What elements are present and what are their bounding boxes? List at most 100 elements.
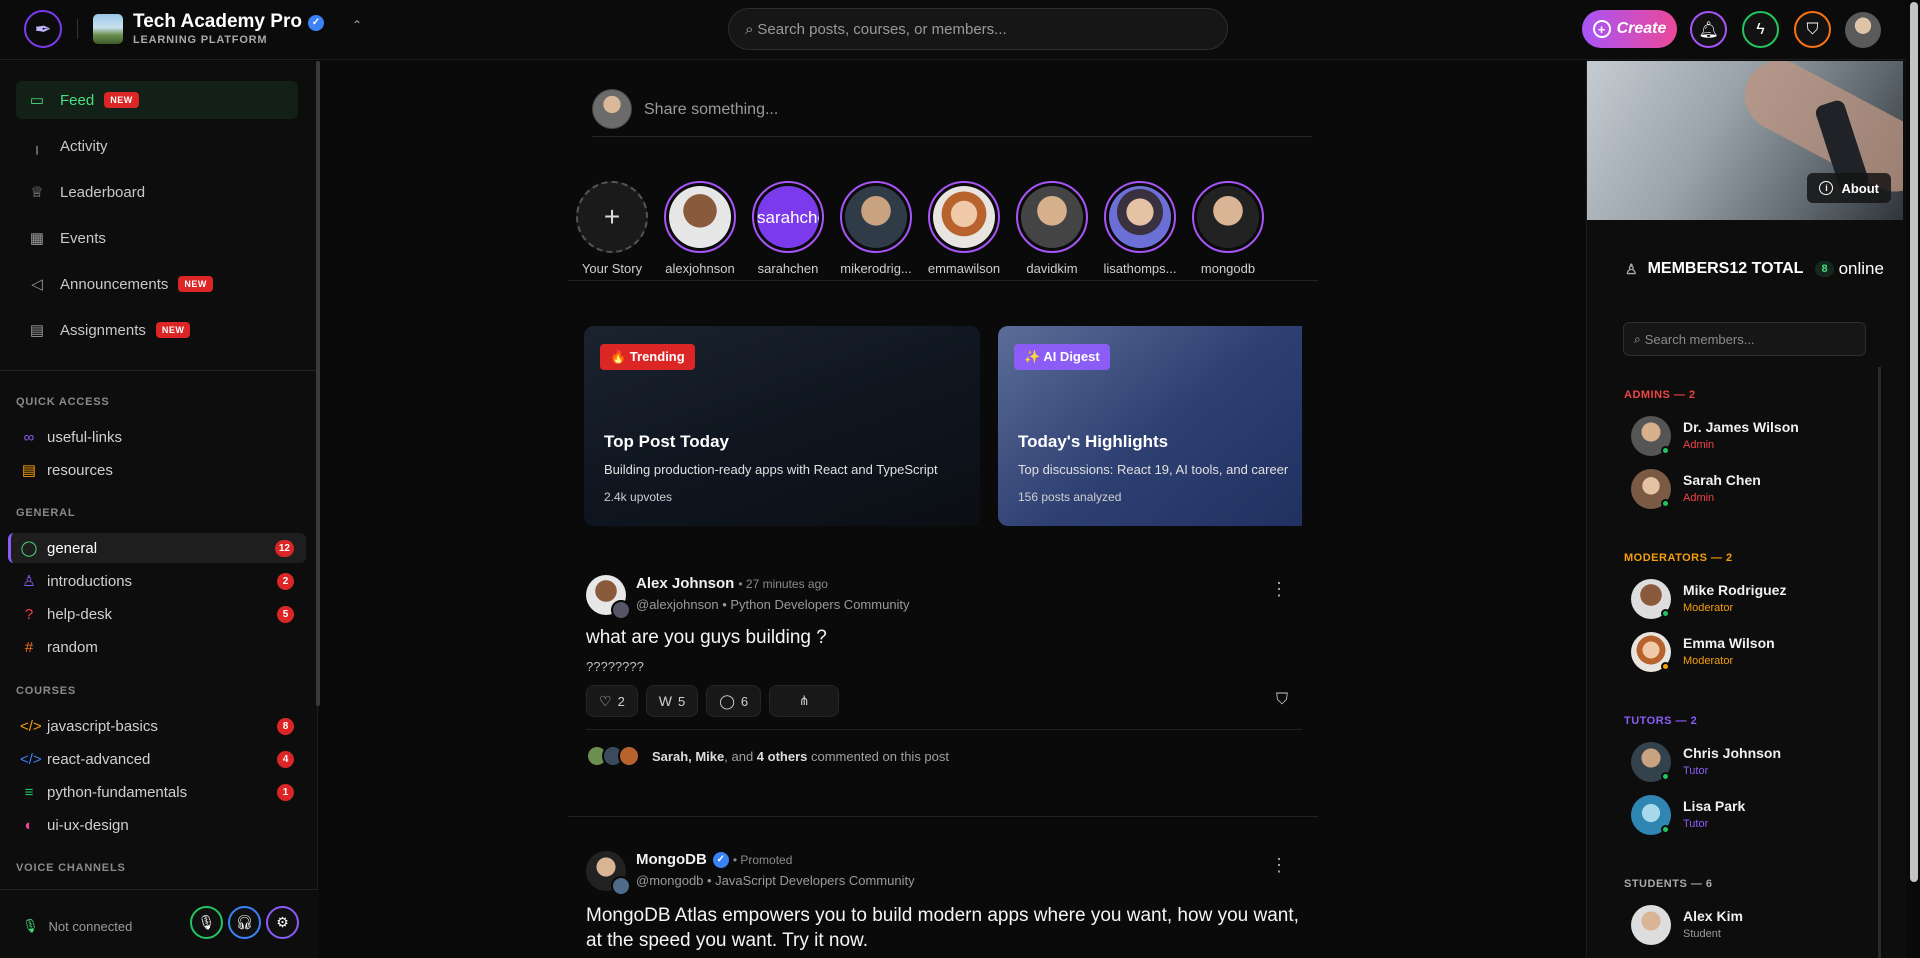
about-button[interactable]: i About [1807, 173, 1891, 203]
settings-gear-icon[interactable]: ⚙ [266, 906, 299, 939]
headphones-icon[interactable]: 🎧︎ [228, 906, 261, 939]
feather-logo-icon[interactable]: ✒ [24, 10, 62, 48]
role-label-tutors: TUTORS — 2 [1624, 715, 1698, 727]
story-item[interactable]: alexjohnson [656, 181, 744, 276]
composer-input[interactable] [644, 99, 1284, 121]
microphone-toggle-icon[interactable]: 🎙︎ [190, 906, 223, 939]
post-author[interactable]: MongoDB ✓ • Promoted [636, 851, 792, 868]
search-icon: ⌕ [1634, 331, 1641, 346]
member-item[interactable]: Dr. James Wilson Admin [1631, 416, 1861, 456]
nav-item-events[interactable]: ▦ Events [16, 219, 298, 257]
comment-button[interactable]: ◯ 6 [706, 685, 762, 717]
post-time: • 27 minutes ago [738, 577, 828, 591]
window-scrollbar[interactable] [1908, 0, 1920, 958]
post-title[interactable]: MongoDB Atlas empowers you to build mode… [586, 903, 1302, 953]
member-search-input[interactable] [1644, 331, 1855, 347]
member-item[interactable]: Emma Wilson Moderator [1631, 632, 1861, 672]
post-card: Alex Johnson • 27 minutes ago @alexjohnso… [586, 575, 1302, 775]
create-button[interactable]: + Create [1582, 10, 1677, 48]
highlight-description: Top discussions: React 19, AI tools, and… [1018, 462, 1289, 477]
quick-link-useful-links[interactable]: ∞ useful-links [8, 422, 306, 452]
more-options-icon[interactable]: ⋮ [1270, 579, 1288, 600]
community-avatar[interactable] [93, 14, 123, 44]
search-input[interactable] [757, 20, 1198, 38]
commenters-summary[interactable]: Sarah, Mike, and 4 others commented on t… [586, 745, 949, 767]
voice-status-text: Not connected [48, 918, 133, 934]
nav-item-assignments[interactable]: ▤ Assignments NEW [16, 311, 298, 349]
mic-icon: 🎙︎ [22, 918, 39, 933]
member-item[interactable]: Chris Johnson Tutor [1631, 742, 1861, 782]
story-item[interactable]: mongodb [1184, 181, 1272, 276]
nav-label: Announcements [60, 275, 169, 293]
story-name: Your Story [581, 261, 643, 276]
post-author[interactable]: Alex Johnson • 27 minutes ago [636, 575, 828, 592]
member-search[interactable]: ⌕ [1623, 322, 1866, 356]
member-item[interactable]: Lisa Park Tutor [1631, 795, 1861, 835]
scrollbar-thumb[interactable] [1910, 2, 1918, 882]
nav-item-announcements[interactable]: ◁ Announcements NEW [16, 265, 298, 303]
bell-icon[interactable]: 🔔︎ [1690, 11, 1727, 48]
channel-react-advanced[interactable]: </> react-advanced 4 [8, 744, 306, 774]
story-item[interactable]: mikerodrig... [832, 181, 920, 276]
community-mini-avatar [611, 876, 631, 896]
community-subtitle: LEARNING PLATFORM [133, 34, 268, 46]
highlight-card-ai-digest[interactable]: ✨ AI Digest Today's Highlights Top discu… [998, 326, 1302, 526]
top-bar: ✒ Tech Academy Pro ✓ LEARNING PLATFORM ⌃ … [0, 0, 1906, 60]
user-avatar[interactable] [1845, 12, 1881, 48]
post-title[interactable]: what are you guys building ? [586, 627, 827, 649]
highlight-card-trending[interactable]: 🔥 Trending Top Post Today Building produ… [584, 326, 980, 526]
chevron-updown-icon[interactable]: ⌃ [352, 18, 362, 32]
like-button[interactable]: ♡ 2 [586, 685, 638, 717]
shopping-bag-icon[interactable]: ⛉ [1794, 11, 1831, 48]
story-item[interactable]: lisathomps... [1096, 181, 1184, 276]
highlight-meta: 156 posts analyzed [1018, 490, 1122, 504]
story-name: emmawilson [927, 261, 1001, 276]
member-name: Lisa Park [1683, 798, 1746, 814]
trending-tag: 🔥 Trending [600, 344, 695, 370]
bookmark-icon[interactable]: ⛉ [1276, 691, 1288, 709]
nav-item-activity[interactable]: ╷ Activity [16, 127, 298, 165]
member-item[interactable]: Mike Rodriguez Moderator [1631, 579, 1861, 619]
upvote-button[interactable]: W5 [645, 685, 699, 717]
nav-item-feed[interactable]: ▭ Feed NEW [16, 81, 298, 119]
database-icon: ≡ [24, 783, 34, 801]
member-item[interactable]: Sarah Chen Admin [1631, 469, 1861, 509]
post-handle: @alexjohnson • Python Developers Communi… [636, 597, 910, 612]
story-name: mikerodrig... [840, 261, 912, 276]
channel-help-desk[interactable]: ? help-desk 5 [8, 599, 306, 629]
channel-javascript-basics[interactable]: </> javascript-basics 8 [8, 711, 306, 741]
highlight-meta: 2.4k upvotes [604, 490, 673, 504]
more-options-icon[interactable]: ⋮ [1270, 855, 1288, 876]
channel-introductions[interactable]: ♙ introductions 2 [8, 566, 306, 596]
channel-general[interactable]: ◯ general 12 [8, 533, 306, 563]
calendar-icon: ▦ [29, 230, 45, 247]
member-role: Admin [1683, 439, 1715, 451]
member-list-scrollbar[interactable] [1878, 367, 1881, 958]
story-item[interactable]: emmawilson [920, 181, 1008, 276]
story-item[interactable]: sarahche sarahchen [744, 181, 832, 276]
verified-badge-icon: ✓ [712, 851, 729, 868]
online-status-dot [1661, 446, 1670, 455]
search-bar[interactable]: ⌕ [728, 8, 1228, 50]
unread-count: 8 [277, 717, 294, 735]
online-status-dot [1661, 825, 1670, 834]
share-button[interactable]: ⋔ [769, 685, 840, 717]
story-your-story[interactable]: + Your Story [568, 181, 656, 276]
community-title[interactable]: Tech Academy Pro ✓ [133, 11, 324, 33]
story-item[interactable]: davidkim [1008, 181, 1096, 276]
post-actions: ♡ 2 W5 ◯ 6 ⋔ [586, 685, 840, 717]
quick-link-resources[interactable]: ▤ resources [8, 455, 306, 485]
channel-random[interactable]: # random [8, 632, 306, 662]
about-label: About [1841, 180, 1879, 196]
nav-item-leaderboard[interactable]: ♕ Leaderboard [16, 173, 298, 211]
ai-digest-tag: ✨ AI Digest [1014, 344, 1110, 370]
member-item[interactable]: Alex Kim Student [1631, 905, 1861, 945]
commenters-others: 4 others [756, 748, 808, 764]
messenger-icon[interactable]: ϟ [1742, 11, 1779, 48]
highlights-carousel[interactable]: 🔥 Trending Top Post Today Building produ… [584, 326, 1302, 526]
post-composer[interactable] [592, 89, 1312, 137]
member-name: Sarah Chen [1683, 472, 1761, 488]
channel-python-fundamentals[interactable]: ≡ python-fundamentals 1 [8, 777, 306, 807]
member-role: Student [1683, 928, 1721, 940]
channel-ui-ux-design[interactable]: ◐ ui-ux-design [8, 810, 306, 840]
